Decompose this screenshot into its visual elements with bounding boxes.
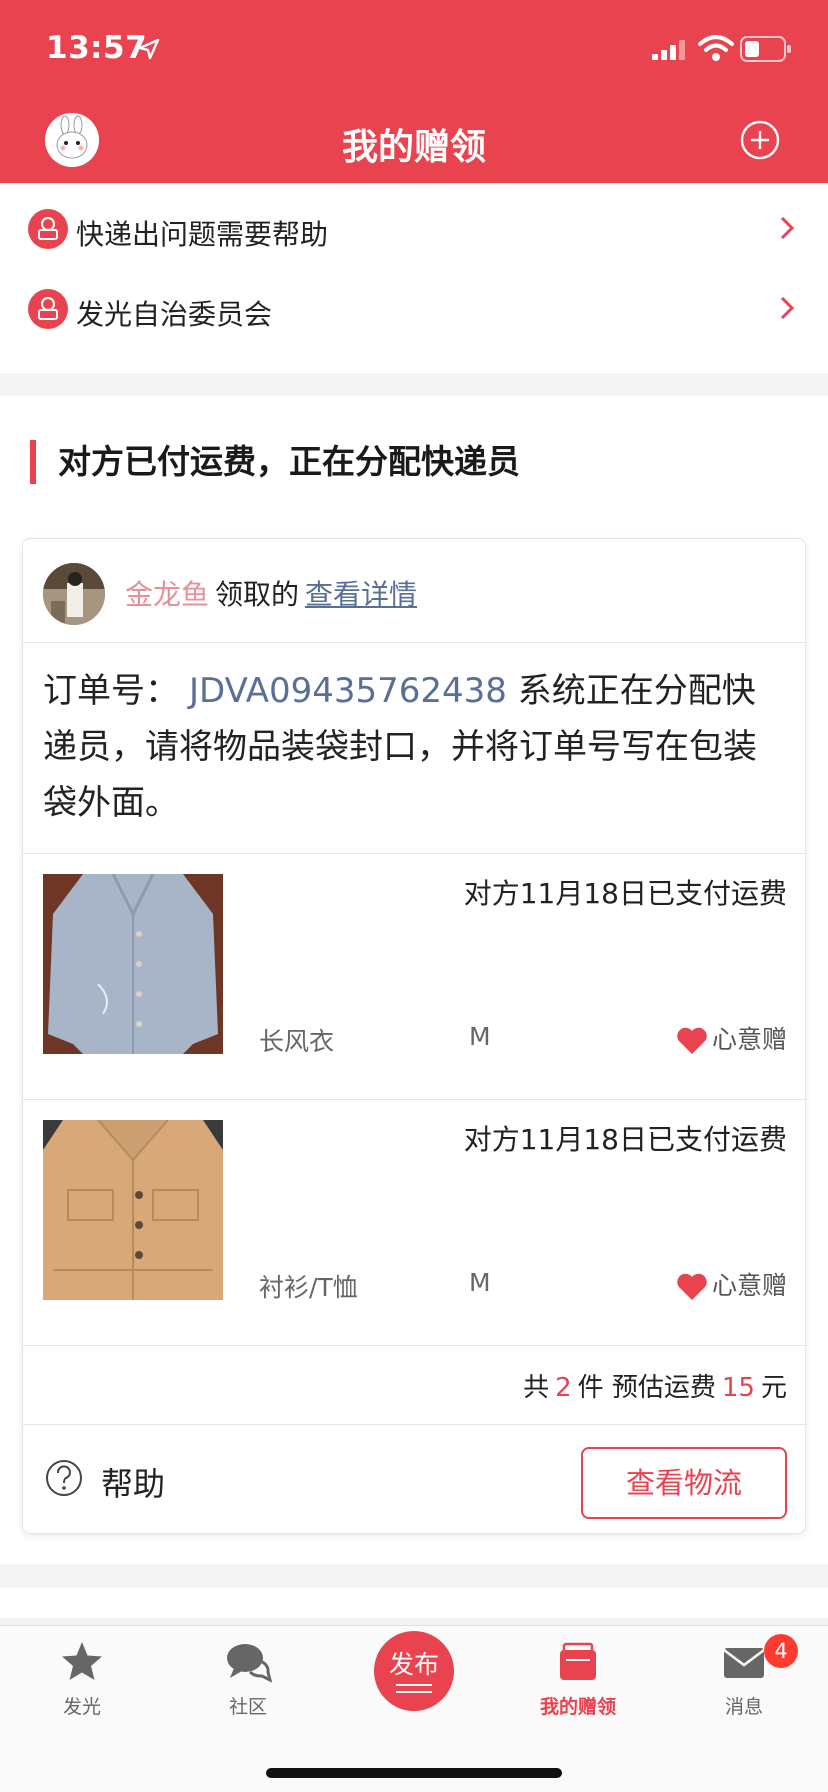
view-details-link[interactable]: 查看详情 [305,578,417,611]
item-size: M [469,1022,491,1051]
service-icon [28,209,68,249]
order-status-section: 对方已付运费，正在分配快递员 金龙鱼 领取的 查看详情 订单号： JDVA094357… [0,396,828,1564]
tab-label: 发光 [62,1696,101,1718]
item-category: 长风衣 [259,1027,335,1056]
tab-label: 消息 [724,1696,763,1718]
service-icon [28,289,68,329]
bottom-strip [0,1588,828,1618]
item-category: 衬衫/T恤 [259,1273,358,1302]
item-photo-coat [43,874,223,1054]
status-heading: 对方已付运费，正在分配快递员 [30,440,520,484]
help-item-committee[interactable]: 发光自治委员会 [0,263,828,353]
help-label[interactable]: 帮助 [101,1459,165,1505]
status-bar: 13:57 [0,0,828,90]
card-footer: 帮助 查看物流 [23,1425,807,1535]
mail-icon [723,1648,765,1678]
help-item-label: 发光自治委员会 [76,298,273,331]
chevron-right-icon [780,216,795,240]
order-label: 订单号： [43,671,179,711]
message-count-badge: 4 [764,1634,798,1668]
status-time: 13:57 [46,30,148,66]
location-arrow-icon [138,38,160,60]
item-photo-shirt [43,1120,223,1300]
order-card: 金龙鱼 领取的 查看详情 订单号： JDVA09435762438 系统正在分配快递员… [22,538,807,1535]
donor-row: 金龙鱼 领取的 查看详情 [23,539,807,643]
publish-label: 发布 [388,1650,439,1679]
publish-icon [396,1684,432,1693]
tab-label: 我的赠领 [539,1696,616,1718]
chevron-right-icon [780,296,795,320]
add-circle-icon[interactable] [740,120,780,160]
shipping-fee: 15 [721,1373,755,1403]
wallet-icon [560,1642,596,1680]
order-summary: 共2件 预估运费 15 元 [23,1345,807,1425]
donor-name[interactable]: 金龙鱼 [125,578,209,611]
tab-label: 社区 [228,1696,267,1718]
summary-mid: 件 预估运费 [577,1373,716,1403]
tab-community[interactable]: 社区 [188,1638,308,1738]
claim-text: 领取的 [215,578,300,611]
heart-icon [677,1273,707,1300]
item-tag-label: 心意赠 [711,1025,787,1054]
summary-text: 共2件 预估运费 15 元 [523,1367,787,1404]
help-item-courier-issue[interactable]: 快递出问题需要帮助 [0,183,828,273]
app-header: 13:57 我的赠领 [0,0,828,183]
list-item[interactable]: 对方11月18日已支付运费 长风衣 M 心意赠 [23,854,807,1100]
tab-bar: 发光 社区 发布 我的赠领 消息 4 [0,1625,828,1792]
wifi-icon [698,35,734,61]
help-item-label: 快递出问题需要帮助 [76,218,329,251]
item-paid-status: 对方11月18日已支付运费 [463,1123,787,1156]
chat-bubbles-icon [227,1644,272,1683]
help-circle-icon[interactable] [45,1459,83,1497]
item-tag-label: 心意赠 [711,1271,787,1300]
donor-avatar[interactable] [43,563,105,625]
item-size: M [469,1268,491,1297]
donor-line: 金龙鱼 领取的 查看详情 [125,573,417,613]
order-number[interactable]: JDVA09435762438 [189,671,507,711]
help-list: 快递出问题需要帮助 发光自治委员会 [0,183,828,373]
star-icon [62,1642,102,1680]
tab-glow[interactable]: 发光 [22,1638,142,1738]
order-info: 订单号： JDVA09435762438 系统正在分配快递员，请将物品装袋封口，并… [43,663,787,831]
item-tag: 心意赠 [676,1020,787,1056]
heart-icon [677,1027,707,1054]
publish-button[interactable]: 发布 [374,1631,454,1711]
tab-my-claims[interactable]: 我的赠领 [518,1638,638,1738]
list-item[interactable]: 对方11月18日已支付运费 衬衫/T恤 M 心意赠 [23,1100,807,1346]
page-title: 我的赠领 [341,127,486,168]
summary-prefix: 共 [523,1373,550,1403]
cellular-signal-icon [652,40,685,60]
battery-icon [740,36,791,62]
summary-suffix: 元 [760,1373,787,1403]
home-indicator[interactable] [266,1768,562,1778]
item-count: 2 [555,1373,572,1403]
view-logistics-button[interactable]: 查看物流 [581,1447,787,1519]
item-paid-status: 对方11月18日已支付运费 [463,877,787,910]
item-tag: 心意赠 [676,1266,787,1302]
